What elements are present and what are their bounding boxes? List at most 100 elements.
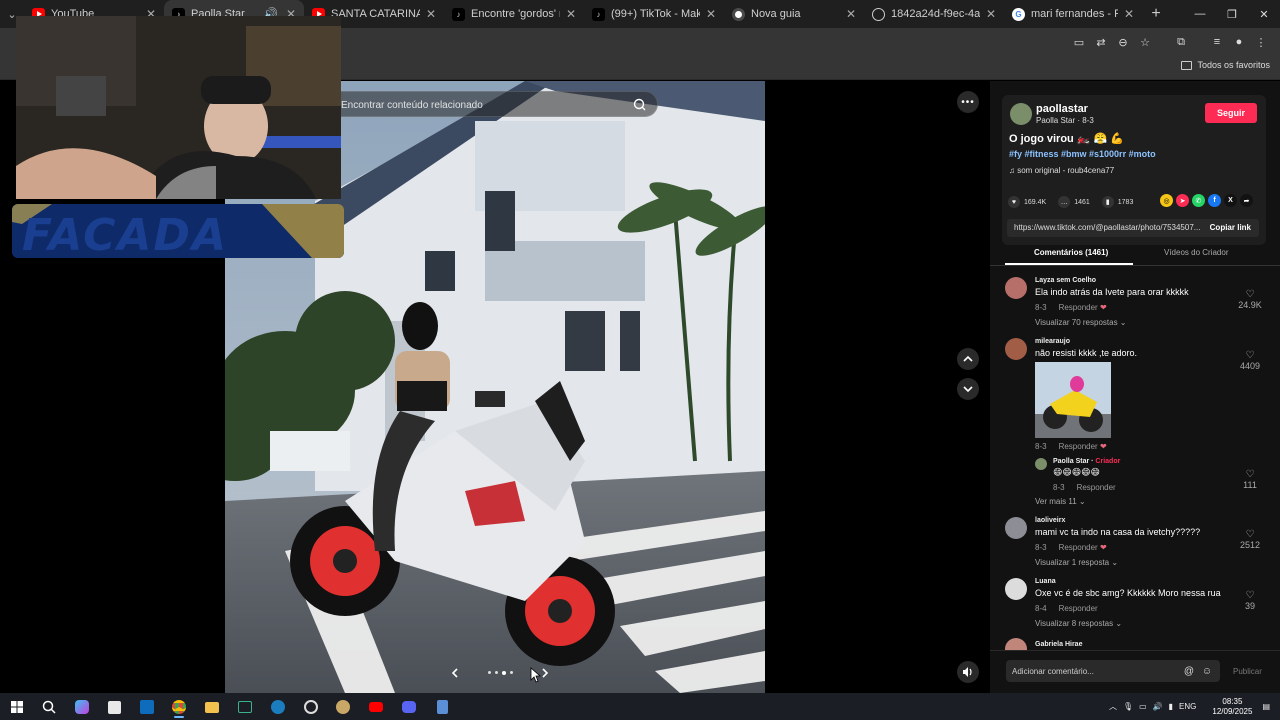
close-icon[interactable]: ✕ bbox=[426, 7, 436, 21]
tab-tiktok-make-your[interactable]: ♪ (99+) TikTok - Make Your ✕ bbox=[584, 0, 724, 28]
copy-link-button[interactable]: Copiar link bbox=[1210, 223, 1251, 232]
taskbar-search-button[interactable] bbox=[38, 696, 60, 718]
comment-count[interactable]: … 1461 bbox=[1058, 196, 1090, 208]
profile-icon[interactable]: ● bbox=[1228, 31, 1250, 53]
reply-like[interactable]: ♡ 111 bbox=[1235, 469, 1265, 490]
comment-like[interactable]: ♡ 2512 bbox=[1235, 529, 1265, 550]
taskbar-app-obs[interactable] bbox=[332, 696, 354, 718]
notifications-icon[interactable]: ▤ bbox=[1262, 702, 1270, 711]
battery-icon[interactable]: ▮ bbox=[1169, 702, 1173, 711]
media-controls-icon[interactable]: ≡ bbox=[1206, 31, 1228, 53]
comment-username[interactable]: Gabriela Hirae bbox=[1035, 641, 1082, 648]
tab-comments[interactable]: Comentários (1461) bbox=[1034, 248, 1108, 257]
comment-username[interactable]: milearaujo bbox=[1035, 338, 1070, 345]
tab-google-search[interactable]: G mari fernandes - Pesquisa ✕ bbox=[1004, 0, 1142, 28]
comment-like[interactable]: ♡ 24.9K bbox=[1235, 289, 1265, 310]
reply-button[interactable]: Responder bbox=[1059, 604, 1098, 613]
microphone-icon[interactable]: 🎙 bbox=[1123, 702, 1133, 711]
tab-encontre-gordos[interactable]: ♪ Encontre 'gordos' no TikT ✕ bbox=[444, 0, 584, 28]
close-icon[interactable]: ✕ bbox=[706, 7, 716, 21]
view-more-link[interactable]: Ver mais 11 ⌄ bbox=[1035, 497, 1086, 506]
taskbar-chrome[interactable] bbox=[168, 696, 190, 718]
comment-like[interactable]: ♡ 4409 bbox=[1235, 350, 1265, 371]
close-icon[interactable]: ✕ bbox=[1124, 7, 1134, 21]
emoji-icon[interactable]: ☺ bbox=[1202, 666, 1212, 677]
post-hashtags[interactable]: #fy #fitness #bmw #s1000rr #moto bbox=[1009, 149, 1156, 159]
taskbar-app-gamepad[interactable] bbox=[300, 696, 322, 718]
taskbar-calculator[interactable] bbox=[431, 696, 453, 718]
publish-button[interactable]: Publicar bbox=[1233, 667, 1262, 676]
search-icon[interactable] bbox=[631, 96, 649, 114]
reply-avatar[interactable] bbox=[1035, 458, 1047, 470]
more-options-button[interactable]: ••• bbox=[957, 91, 979, 113]
start-button[interactable] bbox=[6, 696, 28, 718]
volume-button[interactable] bbox=[957, 661, 979, 683]
comment-avatar[interactable] bbox=[1005, 517, 1027, 539]
reply-button[interactable]: Responder bbox=[1059, 543, 1098, 552]
post-sound[interactable]: ♫ som original - roub4cena77 bbox=[1009, 166, 1114, 175]
volume-icon[interactable]: 🔊 bbox=[1153, 702, 1163, 711]
taskbar-store[interactable] bbox=[103, 696, 125, 718]
taskbar-explorer[interactable] bbox=[201, 696, 223, 718]
comment-username[interactable]: Luana bbox=[1035, 578, 1056, 585]
follow-button[interactable]: Seguir bbox=[1205, 103, 1257, 123]
comment-avatar[interactable] bbox=[1005, 638, 1027, 650]
tray-expand-icon[interactable]: ︿ bbox=[1109, 701, 1117, 712]
network-icon[interactable]: ▭ bbox=[1139, 702, 1147, 711]
reply-button[interactable]: Responder bbox=[1077, 483, 1116, 492]
reply-username[interactable]: Paolla Star · Criador bbox=[1053, 458, 1120, 465]
save-count[interactable]: ▮ 1783 bbox=[1101, 196, 1133, 208]
send-icon[interactable]: ➤ bbox=[1176, 194, 1189, 207]
comment-input[interactable] bbox=[1006, 660, 1176, 682]
taskbar-discord[interactable] bbox=[398, 696, 420, 718]
author-avatar[interactable] bbox=[1010, 103, 1032, 125]
restore-icon[interactable]: ❐ bbox=[1216, 0, 1248, 28]
all-bookmarks-button[interactable]: Todos os favoritos bbox=[1181, 60, 1270, 70]
taskbar-outlook[interactable] bbox=[136, 696, 158, 718]
menu-icon[interactable]: ⋮ bbox=[1250, 31, 1272, 53]
comment-avatar[interactable] bbox=[1005, 578, 1027, 600]
language-indicator[interactable]: ENG bbox=[1179, 702, 1196, 711]
next-post-button[interactable] bbox=[957, 378, 979, 400]
tab-nova-guia[interactable]: Nova guia ✕ bbox=[724, 0, 864, 28]
comment-username[interactable]: Layza sem Coelho bbox=[1035, 277, 1096, 284]
bookmark-star-icon[interactable]: ☆ bbox=[1134, 31, 1156, 53]
new-tab-button[interactable]: + bbox=[1142, 5, 1170, 23]
chevron-left-icon[interactable] bbox=[450, 668, 460, 678]
related-search-input[interactable] bbox=[341, 96, 621, 114]
previous-post-button[interactable] bbox=[957, 348, 979, 370]
comment-avatar[interactable] bbox=[1005, 277, 1027, 299]
minimize-icon[interactable]: — bbox=[1184, 0, 1216, 28]
cast-icon[interactable]: ▭ bbox=[1068, 31, 1090, 53]
close-icon[interactable]: ✕ bbox=[846, 7, 856, 21]
view-replies-link[interactable]: Visualizar 70 respostas ⌄ bbox=[1035, 318, 1127, 327]
zoom-icon[interactable]: ⊖ bbox=[1112, 31, 1134, 53]
translate-icon[interactable]: ⇄ bbox=[1090, 31, 1112, 53]
mention-icon[interactable]: @ bbox=[1184, 666, 1194, 677]
close-icon[interactable]: ✕ bbox=[986, 7, 996, 21]
tab-creator-videos[interactable]: Vídeos do Criador bbox=[1164, 248, 1228, 257]
taskbar-steam[interactable] bbox=[267, 696, 289, 718]
whatsapp-icon[interactable]: ✆ bbox=[1192, 194, 1205, 207]
post-link-url[interactable]: https://www.tiktok.com/@paollastar/photo… bbox=[1014, 223, 1202, 232]
comment-image[interactable] bbox=[1035, 362, 1111, 438]
comment-avatar[interactable] bbox=[1005, 338, 1027, 360]
comment-like[interactable]: ♡ 39 bbox=[1235, 590, 1265, 611]
x-icon[interactable]: X bbox=[1224, 194, 1237, 207]
facebook-icon[interactable]: f bbox=[1208, 194, 1221, 207]
reply-button[interactable]: Responder bbox=[1059, 442, 1098, 451]
close-icon[interactable]: ✕ bbox=[566, 7, 576, 21]
view-replies-link[interactable]: Visualizar 8 respostas ⌄ bbox=[1035, 619, 1122, 628]
close-window-icon[interactable]: ✕ bbox=[1248, 0, 1280, 28]
share-arrow-icon[interactable]: ➦ bbox=[1240, 194, 1253, 207]
tab-uuid-page[interactable]: 1842a24d-f9ec-4aa0-b15 ✕ bbox=[864, 0, 1004, 28]
comment-username[interactable]: laoliveirx bbox=[1035, 517, 1065, 524]
author-username[interactable]: paollastar bbox=[1036, 103, 1088, 115]
taskbar-excel-app[interactable] bbox=[234, 696, 256, 718]
like-count[interactable]: ♥ 169.4K bbox=[1008, 196, 1046, 208]
taskbar-youtube[interactable] bbox=[365, 696, 387, 718]
reply-button[interactable]: Responder bbox=[1059, 303, 1098, 312]
embed-icon[interactable]: ◎ bbox=[1160, 194, 1173, 207]
view-replies-link[interactable]: Visualizar 1 resposta ⌄ bbox=[1035, 558, 1118, 567]
taskbar-copilot[interactable] bbox=[71, 696, 93, 718]
